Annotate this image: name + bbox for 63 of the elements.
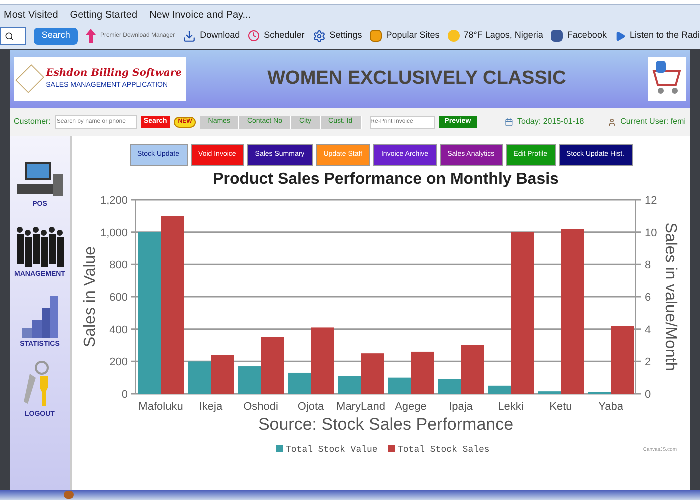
axis-tick-label: 600 xyxy=(110,292,128,304)
search-field[interactable] xyxy=(0,27,26,45)
legend-label: Total Stock Value xyxy=(286,445,378,455)
store-title: WOMEN EXCLUSIVELY CLASSIC xyxy=(266,66,568,91)
axis-category-label: Yaba xyxy=(598,401,624,413)
axis-tick-label: 200 xyxy=(110,356,128,369)
search-button[interactable]: Search xyxy=(34,28,78,44)
axis-category-label: Ipaja xyxy=(449,401,473,413)
toolbar-button[interactable]: Scheduler xyxy=(248,29,305,43)
facebook-icon xyxy=(551,30,564,42)
bar xyxy=(188,362,211,394)
logo-title: Eshdon Billing Software xyxy=(46,67,182,82)
settings-icon xyxy=(312,30,326,42)
bookmark-link[interactable]: Getting Started xyxy=(70,8,138,22)
app-icon[interactable] xyxy=(64,491,74,499)
y-axis-title: Sales in Value xyxy=(82,246,99,348)
today-date: Today: 2015-01-18 xyxy=(518,116,584,128)
axis-tick-label: 1,000 xyxy=(100,227,128,240)
axis-category-label: Ojota xyxy=(298,401,324,413)
axis-tick-label: 400 xyxy=(110,324,128,336)
download-icon xyxy=(183,30,196,42)
bookmark-link[interactable]: New Invoice and Pay... xyxy=(150,8,252,22)
axis-tick-label: 12 xyxy=(645,195,658,207)
axis-category-label: Agege xyxy=(395,401,427,413)
customer-label: Customer: xyxy=(14,116,51,128)
x-axis-title: Source: Stock Sales Performance xyxy=(258,415,514,434)
axis-tick-label: 800 xyxy=(110,260,128,272)
axis-tick-label: 0 xyxy=(645,389,652,401)
axis-category-label: Lekki xyxy=(498,401,524,413)
axis-tick-label: 6 xyxy=(645,292,652,304)
axis-category-label: Ikeja xyxy=(199,401,223,413)
axis-tick-label: 10 xyxy=(645,227,658,240)
shopping-cart-icon xyxy=(648,57,686,101)
chart-title: Product Sales Performance on Monthly Basis xyxy=(213,171,559,188)
axis-category-label: Ketu xyxy=(550,401,572,413)
calendar-icon xyxy=(505,116,514,128)
current-user: Current User: femi xyxy=(620,116,686,128)
toolbar-button[interactable]: Popular Sites xyxy=(370,29,440,43)
bar-graph-icon xyxy=(20,294,60,340)
y-axis-title: Sales in value/Month xyxy=(662,222,679,372)
axis-tick-label: 2 xyxy=(645,356,652,369)
sun-icon xyxy=(448,30,460,42)
user-icon xyxy=(608,116,617,128)
toolbar-button[interactable]: Listen to the Radi xyxy=(614,29,700,43)
play-icon xyxy=(614,30,626,42)
toolbar-button[interactable]: Settings xyxy=(312,29,362,43)
star-badge-icon xyxy=(370,30,382,42)
arrow-icon xyxy=(86,29,96,43)
axis-tick-label: 8 xyxy=(645,260,652,272)
bookmark-link[interactable]: Most Visited xyxy=(4,8,58,22)
legend-label: Total Stock Sales xyxy=(398,445,490,455)
toolbar-button[interactable]: Facebook xyxy=(551,29,607,43)
axis-category-label: Mafoluku xyxy=(138,401,184,413)
axis-tick-label: 0 xyxy=(122,389,128,401)
axis-category-label: Oshodi xyxy=(244,401,278,413)
search-icon xyxy=(5,32,14,40)
toolbar-button[interactable]: 78°F Lagos, Nigeria xyxy=(448,29,544,43)
axis-tick-label: 1,200 xyxy=(100,195,128,207)
axis-tick-label: 4 xyxy=(645,324,652,336)
bar xyxy=(211,355,234,394)
axis-category-label: MaryLand xyxy=(336,401,386,413)
clock-icon xyxy=(248,30,260,42)
toolbar-button[interactable]: Download xyxy=(183,29,240,43)
